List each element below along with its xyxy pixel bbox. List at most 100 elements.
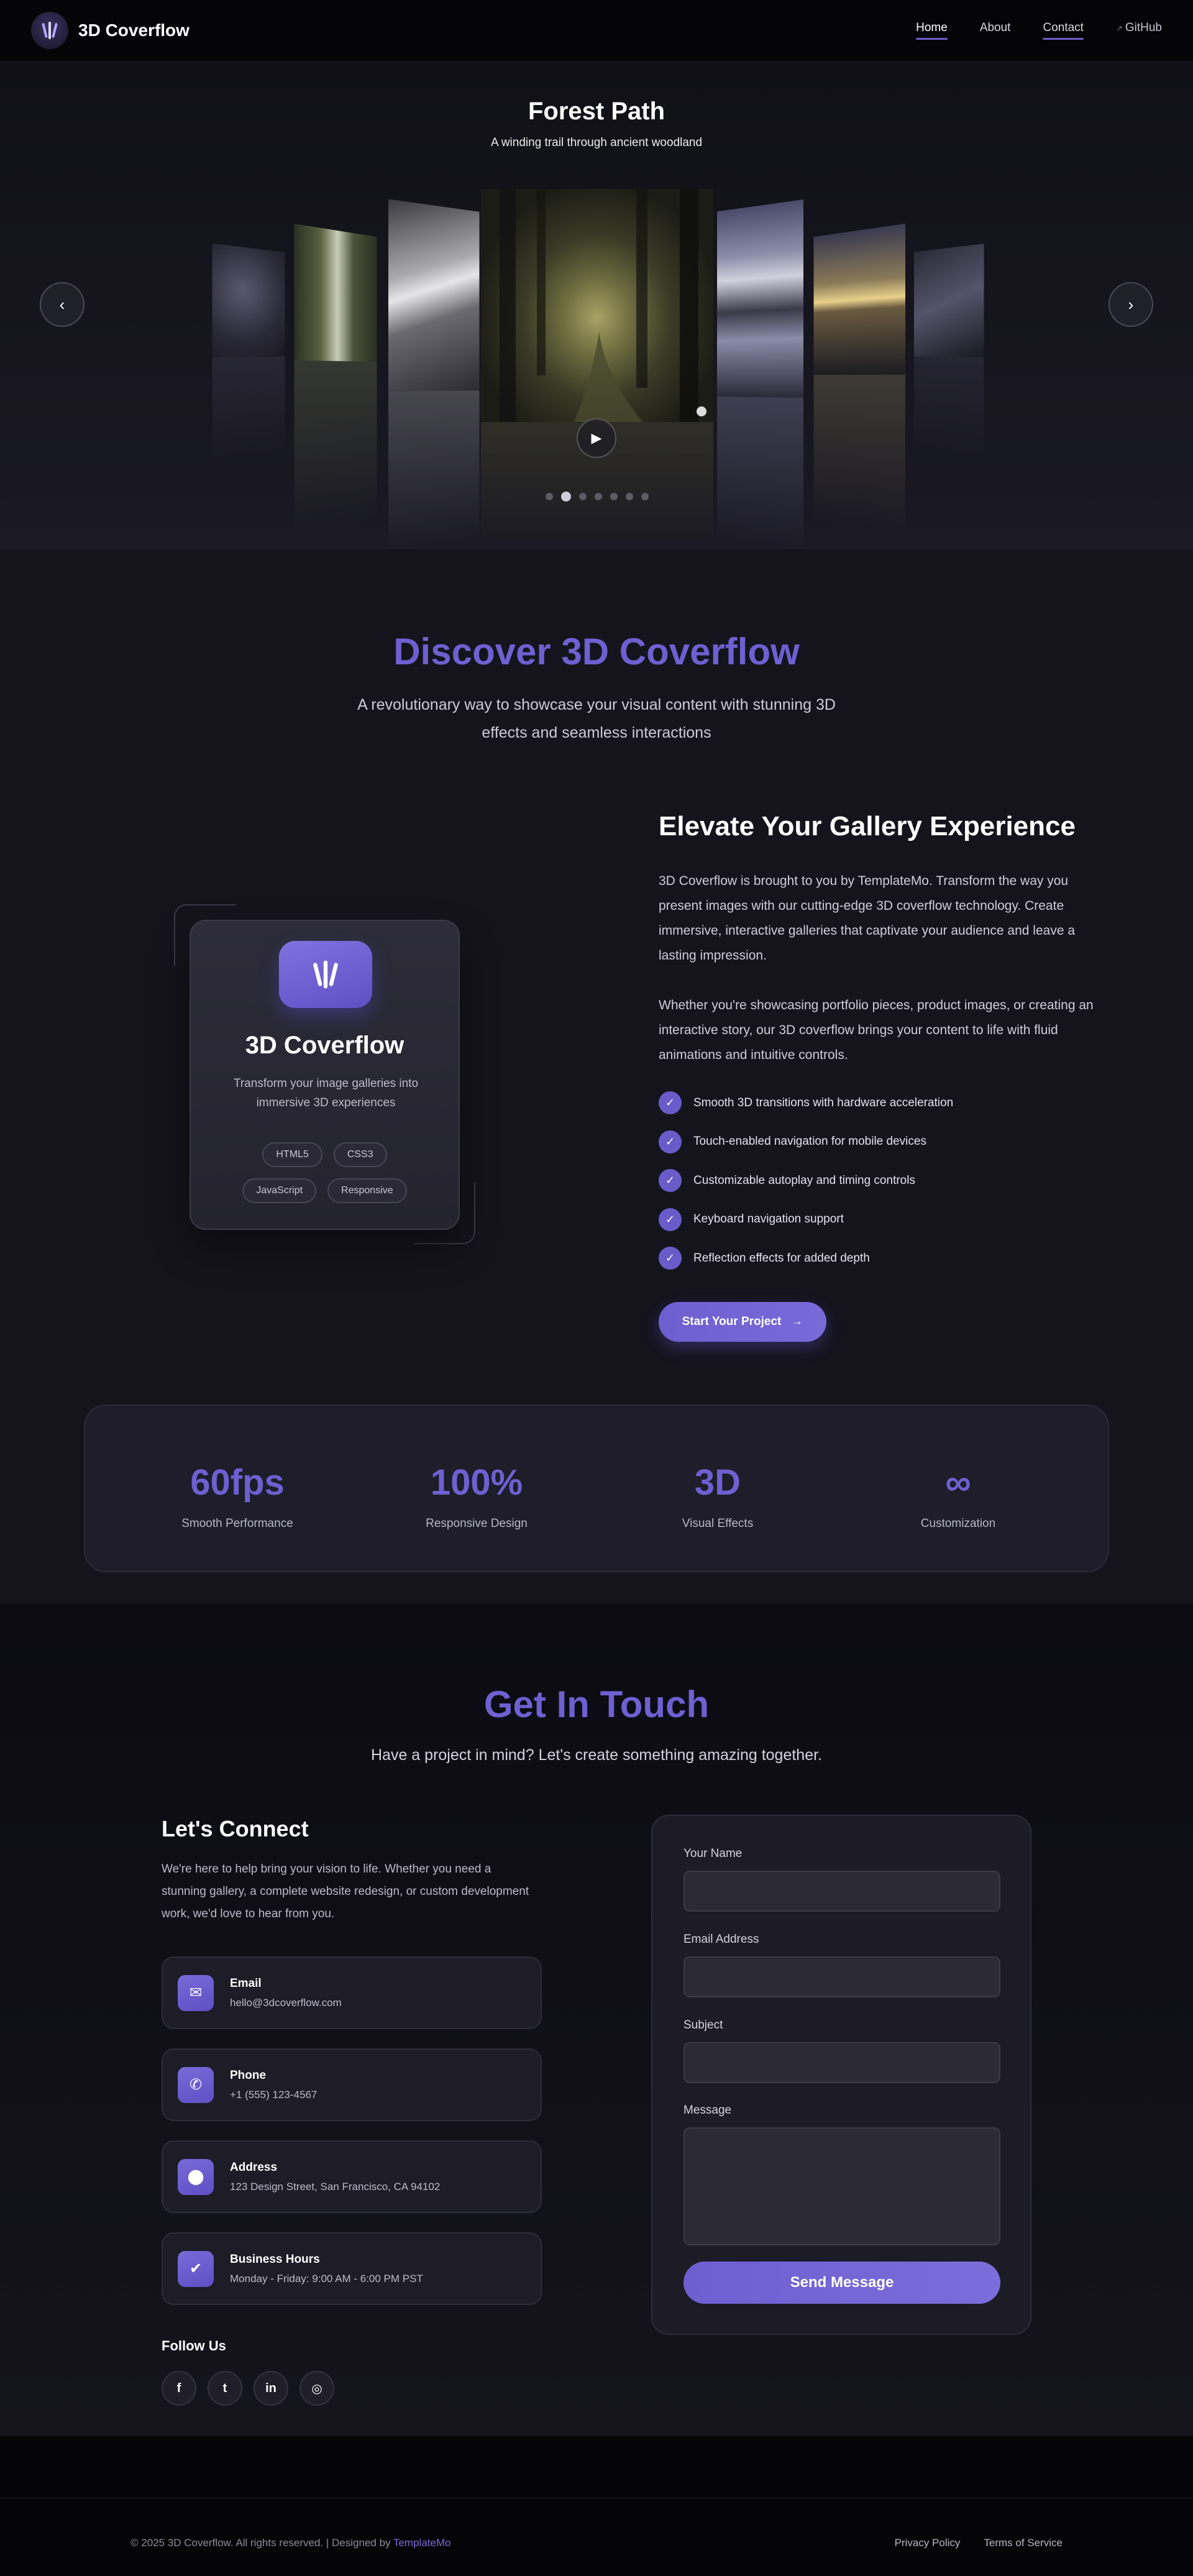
slide-dots bbox=[546, 493, 649, 502]
coverflow-slide-snowy-mountain[interactable] bbox=[388, 199, 480, 549]
coverflow-hero: Forest Path A winding trail through anci… bbox=[0, 62, 1193, 549]
info-card-address[interactable]: ⬤ Address 123 Design Street, San Francis… bbox=[162, 2140, 542, 2213]
nav-contact[interactable]: Contact bbox=[1043, 21, 1083, 40]
subject-label: Subject bbox=[683, 2019, 723, 2032]
card-description: Transform your image galleries into imme… bbox=[216, 1074, 436, 1112]
feature-item: ✓ Reflection effects for added depth bbox=[659, 1247, 953, 1270]
info-value: +1 (555) 123-4567 bbox=[230, 2089, 317, 2101]
tech-tags: HTML5 CSS3 JavaScript Responsive bbox=[191, 1142, 459, 1203]
play-icon: ▶ bbox=[592, 430, 602, 446]
tag-responsive: Responsive bbox=[327, 1178, 407, 1203]
message-label: Message bbox=[683, 2104, 731, 2117]
stat-label: Customization bbox=[865, 1517, 1051, 1531]
name-input[interactable] bbox=[683, 1871, 1000, 1912]
feature-item: ✓ Touch-enabled navigation for mobile dev… bbox=[659, 1130, 953, 1153]
main-nav: Home About Contact ↗ GitHub bbox=[916, 21, 1162, 40]
copyright: © 2025 3D Coverflow. All rights reserved… bbox=[130, 2537, 451, 2549]
stat-value: 3D bbox=[624, 1462, 811, 1503]
coverflow-slide-night-sky[interactable] bbox=[212, 244, 285, 461]
stat-item: 60fps Smooth Performance bbox=[144, 1462, 331, 1531]
name-label: Your Name bbox=[683, 1847, 742, 1861]
nav-github-label: GitHub bbox=[1125, 21, 1162, 34]
prev-slide-button[interactable]: ‹ bbox=[40, 282, 85, 327]
coverflow-slide-mountain-lake[interactable] bbox=[717, 199, 803, 549]
info-card-email[interactable]: ✉ Email hello@3dcoverflow.com bbox=[162, 1956, 542, 2029]
info-label: Address bbox=[230, 2161, 440, 2175]
stat-value: ∞ bbox=[865, 1462, 1051, 1503]
info-value: 123 Design Street, San Francisco, CA 941… bbox=[230, 2181, 440, 2193]
linkedin-icon[interactable]: in bbox=[254, 2371, 288, 2406]
facebook-icon[interactable]: f bbox=[162, 2371, 196, 2406]
brand[interactable]: 3D Coverflow bbox=[31, 12, 190, 49]
connect-text: We're here to help bring your vision to … bbox=[162, 1858, 534, 1925]
footer-band bbox=[0, 2436, 1193, 2498]
check-icon: ✓ bbox=[659, 1091, 682, 1114]
feature-text: Keyboard navigation support bbox=[693, 1212, 844, 1226]
info-card-phone[interactable]: ✆ Phone +1 (555) 123-4567 bbox=[162, 2048, 542, 2121]
instagram-icon[interactable]: ◎ bbox=[299, 2371, 334, 2406]
start-project-button[interactable]: Start Your Project → bbox=[659, 1302, 826, 1342]
check-icon: ✓ bbox=[659, 1247, 682, 1270]
feature-text: Smooth 3D transitions with hardware acce… bbox=[693, 1096, 953, 1110]
slide-dot[interactable] bbox=[641, 493, 649, 500]
feature-checklist: ✓ Smooth 3D transitions with hardware acc… bbox=[659, 1091, 953, 1286]
stat-label: Visual Effects bbox=[624, 1517, 811, 1531]
external-link-icon: ↗ bbox=[1116, 24, 1123, 33]
stat-value: 60fps bbox=[144, 1462, 331, 1503]
tag-html5: HTML5 bbox=[262, 1142, 322, 1167]
discover-subtitle: A revolutionary way to showcase your vis… bbox=[348, 691, 845, 747]
stat-item: 3D Visual Effects bbox=[624, 1462, 811, 1531]
chevron-right-icon: › bbox=[1128, 295, 1134, 314]
info-label: Email bbox=[230, 1977, 342, 1991]
feature-text: Customizable autoplay and timing control… bbox=[693, 1174, 915, 1188]
footer-links: Privacy Policy Terms of Service bbox=[895, 2537, 1063, 2549]
privacy-policy-link[interactable]: Privacy Policy bbox=[895, 2537, 961, 2549]
autoplay-button[interactable]: ▶ bbox=[577, 418, 616, 458]
nav-about[interactable]: About bbox=[980, 21, 1011, 40]
location-pin-icon: ⬤ bbox=[178, 2159, 214, 2195]
feature-item: ✓ Customizable autoplay and timing contro… bbox=[659, 1169, 953, 1192]
slide-dot-active[interactable] bbox=[561, 492, 571, 502]
check-icon: ✓ bbox=[659, 1130, 682, 1153]
slide-dot[interactable] bbox=[595, 493, 602, 500]
stat-label: Smooth Performance bbox=[144, 1517, 331, 1531]
nav-home[interactable]: Home bbox=[916, 21, 948, 40]
slide-dot[interactable] bbox=[610, 493, 618, 500]
nav-github[interactable]: ↗ GitHub bbox=[1116, 21, 1162, 40]
message-textarea[interactable] bbox=[683, 2127, 1000, 2245]
info-label: Business Hours bbox=[230, 2253, 423, 2267]
designer-link[interactable]: TemplateMo bbox=[393, 2537, 451, 2549]
email-input[interactable] bbox=[683, 1956, 1000, 1997]
twitter-icon[interactable]: t bbox=[208, 2371, 242, 2406]
slide-info-icon[interactable] bbox=[697, 406, 706, 416]
check-icon: ✓ bbox=[659, 1208, 682, 1231]
info-card-hours[interactable]: ✔ Business Hours Monday - Friday: 9:00 A… bbox=[162, 2232, 542, 2305]
slide-dot[interactable] bbox=[546, 493, 553, 500]
contact-title: Get In Touch bbox=[0, 1683, 1193, 1726]
social-links: f t in ◎ bbox=[162, 2371, 334, 2406]
copyright-text: © 2025 3D Coverflow. All rights reserved… bbox=[130, 2537, 391, 2549]
subject-input[interactable] bbox=[683, 2042, 1000, 2083]
feature-text: Touch-enabled navigation for mobile devi… bbox=[693, 1135, 926, 1148]
feature-item: ✓ Smooth 3D transitions with hardware acc… bbox=[659, 1091, 953, 1114]
site-header: 3D Coverflow Home About Contact ↗ GitHub bbox=[0, 0, 1193, 62]
slide-title: Forest Path bbox=[0, 98, 1193, 126]
contact-form: Your Name Email Address Subject Message … bbox=[651, 1815, 1031, 2335]
coverflow-slide-waterfall[interactable] bbox=[295, 224, 377, 533]
coverflow-slide-sunset-sea[interactable] bbox=[813, 224, 905, 533]
feature-item: ✓ Keyboard navigation support bbox=[659, 1208, 953, 1231]
slide-subtitle: A winding trail through ancient woodland bbox=[0, 136, 1193, 150]
feature-text: Reflection effects for added depth bbox=[693, 1252, 870, 1265]
feature-card: 3D Coverflow Transform your image galler… bbox=[190, 920, 460, 1230]
slide-dot[interactable] bbox=[579, 493, 587, 500]
next-slide-button[interactable]: › bbox=[1108, 282, 1153, 327]
tag-css3: CSS3 bbox=[334, 1142, 387, 1167]
elevate-paragraph-2: Whether you're showcasing portfolio piec… bbox=[659, 993, 1112, 1068]
coverflow-slide-coast-night[interactable] bbox=[914, 244, 984, 457]
slide-dot[interactable] bbox=[626, 493, 633, 500]
follow-title: Follow Us bbox=[162, 2338, 226, 2354]
send-message-button[interactable]: Send Message bbox=[683, 2262, 1000, 2304]
terms-of-service-link[interactable]: Terms of Service bbox=[984, 2537, 1063, 2549]
chevron-left-icon: ‹ bbox=[60, 295, 65, 314]
mail-icon: ✉ bbox=[178, 1975, 214, 2011]
